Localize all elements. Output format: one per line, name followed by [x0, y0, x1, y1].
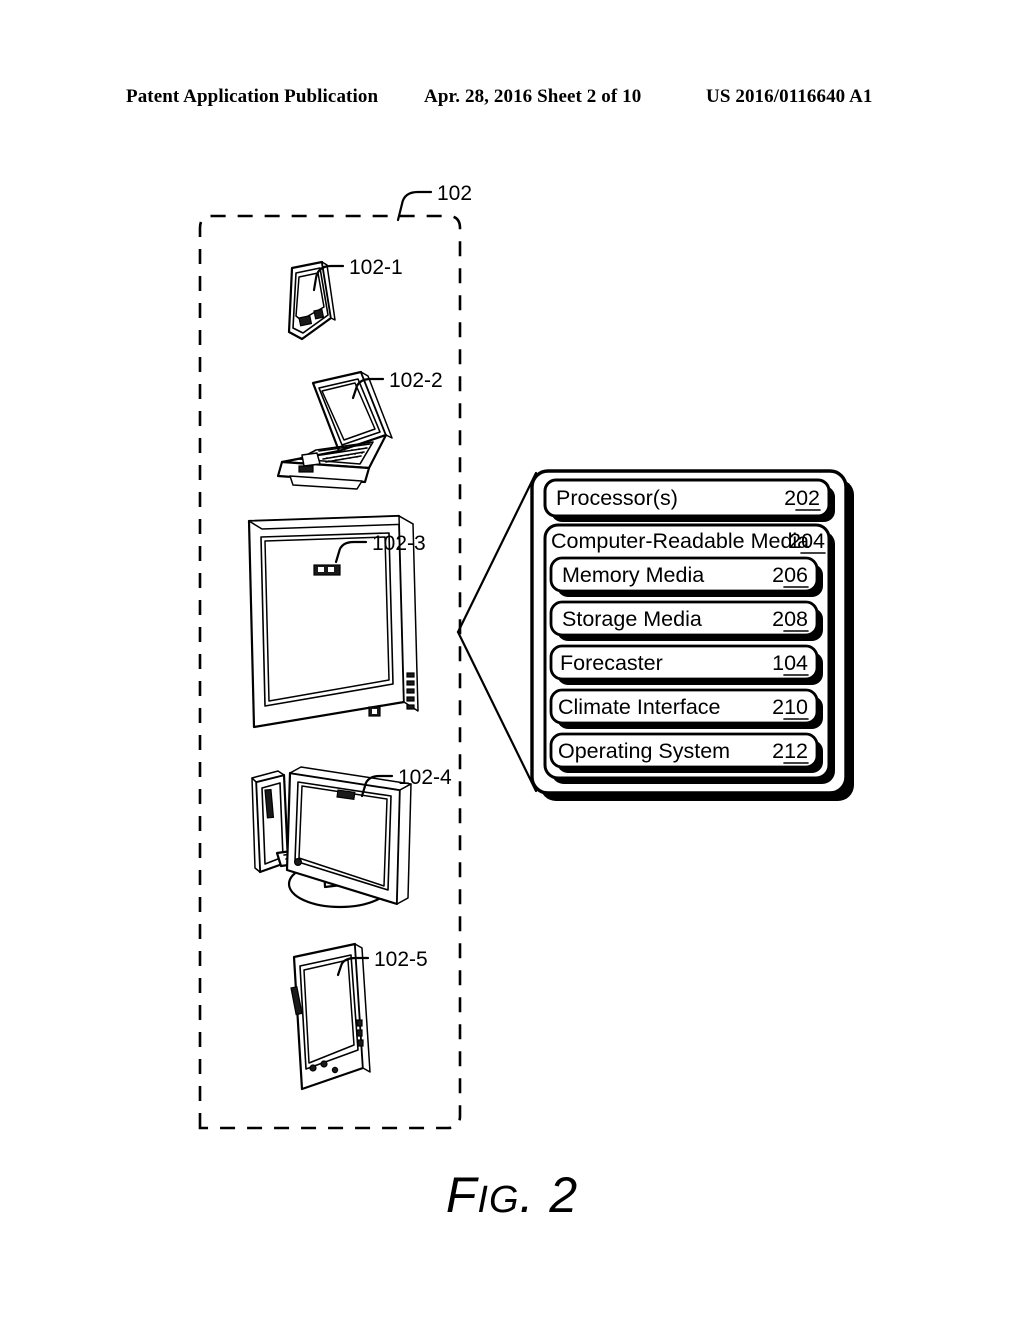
- patent-figure: 102 102-1 102-2 102-3 102-4 102-5 Proces…: [0, 0, 1024, 1320]
- ref-label-102-5: 102-5: [374, 948, 428, 971]
- ref-label-102-3: 102-3: [372, 532, 426, 555]
- component-climate-interface-label: Climate Interface: [558, 695, 721, 719]
- component-memory-media-label: Memory Media: [562, 563, 704, 587]
- component-forecaster-label: Forecaster: [560, 651, 663, 675]
- smartphone-icon: [287, 260, 336, 341]
- component-crm-ref: 204: [789, 529, 825, 553]
- ref-label-102-1: 102-1: [349, 256, 403, 279]
- ref-label-102-2: 102-2: [389, 369, 443, 392]
- component-operating-system-label: Operating System: [558, 739, 730, 763]
- tablet-icon: [290, 942, 371, 1091]
- figure-caption-ig: IG: [477, 1179, 520, 1221]
- component-climate-interface-ref: 210: [772, 695, 808, 719]
- component-processor-ref: 202: [784, 486, 820, 510]
- ref-label-102-4: 102-4: [398, 766, 452, 789]
- component-processor: Processor(s) 202: [543, 478, 835, 522]
- laptop-icon: [276, 370, 393, 490]
- figure-caption-f: F: [445, 1167, 478, 1223]
- component-processor-label: Processor(s): [556, 486, 678, 510]
- component-operating-system: Operating System 212: [549, 732, 823, 773]
- component-memory-media: Memory Media 206: [549, 556, 823, 597]
- component-computer-readable-media: Computer-Readable Media 204 Memory Media…: [543, 523, 835, 784]
- ref-label-102: 102: [437, 182, 472, 205]
- component-storage-media: Storage Media 208: [549, 600, 823, 641]
- desktop-computer-icon: [251, 766, 412, 909]
- component-memory-media-ref: 206: [772, 563, 808, 587]
- component-forecaster-ref: 104: [772, 651, 808, 675]
- component-crm-label: Computer-Readable Media: [551, 529, 809, 553]
- component-storage-media-label: Storage Media: [562, 607, 702, 631]
- figure-caption-number: . 2: [519, 1167, 579, 1223]
- component-forecaster: Forecaster 104: [549, 644, 823, 685]
- figure-caption: FIG. 2: [0, 1166, 1024, 1224]
- component-climate-interface: Climate Interface 210: [549, 688, 823, 729]
- component-storage-media-ref: 208: [772, 607, 808, 631]
- computing-device-component-box: Processor(s) 202 Computer-Readable Media…: [530, 469, 854, 801]
- component-operating-system-ref: 212: [772, 739, 808, 763]
- callout-leader-lines: [456, 471, 538, 793]
